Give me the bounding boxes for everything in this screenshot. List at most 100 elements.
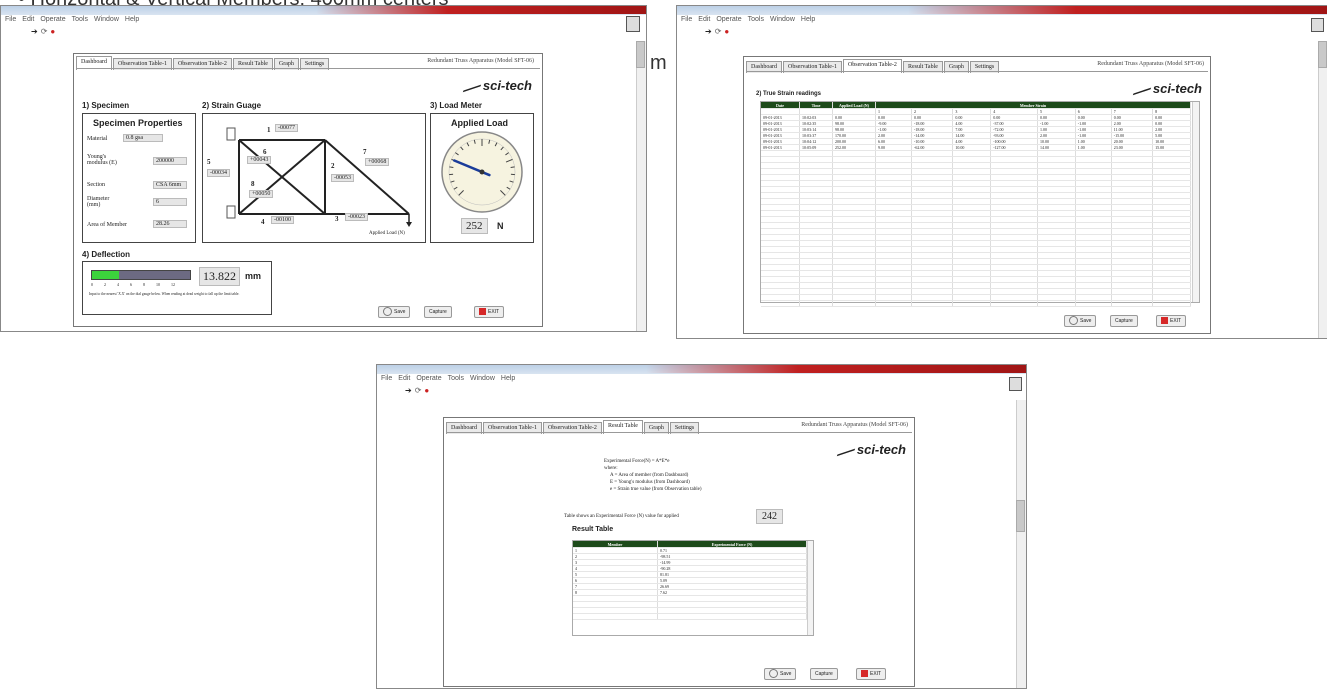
toolbar: ➔⟳●	[705, 27, 732, 39]
scrollbar[interactable]	[1318, 41, 1327, 338]
menu-tools[interactable]: Tools	[448, 375, 464, 382]
menu-tools[interactable]: Tools	[72, 16, 88, 23]
formula-line-2: where:	[604, 465, 702, 472]
truss-diagram	[203, 114, 425, 242]
save-icon	[1069, 316, 1078, 325]
menu-operate[interactable]: Operate	[40, 16, 65, 23]
run-arrow-icon[interactable]: ➔	[31, 27, 38, 36]
save-button[interactable]: Save	[1064, 315, 1096, 327]
toolbar: ➔⟳●	[405, 386, 432, 398]
member-6-id: 6	[263, 148, 267, 156]
exit-button[interactable]: EXIT	[856, 668, 886, 680]
menu-bar: File Edit Operate Tools Window Help	[677, 16, 1327, 27]
youngs-modulus-label: Young's modulus (E)	[87, 154, 127, 166]
load-gauge-dial	[440, 130, 524, 214]
empty-row	[761, 301, 1191, 307]
table-scrollbar[interactable]	[1192, 102, 1199, 302]
member-1-id: 1	[267, 126, 271, 134]
member-5-id: 5	[207, 158, 211, 166]
member-4-id: 4	[261, 218, 265, 226]
scrollbar[interactable]	[1016, 400, 1026, 688]
capture-button[interactable]: Capture	[810, 668, 838, 680]
diameter-value[interactable]: 6	[153, 198, 187, 206]
member-5-strain: -00034	[207, 169, 230, 177]
tab-bar: DashboardObservation Table-1Observation …	[746, 59, 1000, 71]
capture-button[interactable]: Capture	[1110, 315, 1138, 327]
run-continuous-icon[interactable]: ⟳	[415, 386, 422, 395]
applied-load-value: 242	[756, 509, 783, 524]
material-value[interactable]: 0.8 gsa	[123, 134, 163, 142]
menu-window[interactable]: Window	[470, 375, 495, 382]
abort-icon[interactable]: ●	[424, 386, 429, 395]
menu-edit[interactable]: Edit	[698, 16, 710, 23]
menu-help[interactable]: Help	[501, 375, 515, 382]
strain-readings-table: Date Time Applied Load (N) Member Strain…	[761, 102, 1191, 307]
empty-row	[573, 614, 807, 620]
diameter-label: Diameter (mm)	[87, 196, 123, 208]
title-bar	[1, 6, 646, 15]
result-table-title: Result Table	[572, 526, 613, 533]
dashboard-panel: DashboardObservation Table-1Observation …	[73, 53, 543, 327]
load-meter-section-title: 3) Load Meter	[430, 101, 482, 110]
menu-file[interactable]: File	[681, 16, 692, 23]
run-continuous-icon[interactable]: ⟳	[41, 27, 48, 36]
menu-file[interactable]: File	[5, 16, 16, 23]
menu-help[interactable]: Help	[801, 16, 815, 23]
area-label: Area of Member	[87, 222, 127, 228]
labview-icon	[1311, 18, 1324, 32]
scrollbar-thumb[interactable]	[636, 41, 645, 68]
area-value[interactable]: 28.26	[153, 220, 187, 228]
load-meter-box: Applied Load 252 N	[430, 113, 534, 243]
save-icon	[769, 669, 778, 678]
app-title: Redundant Truss Apparatus (Model SFT-06)	[801, 422, 908, 428]
strain-box: 1 -00077 6 +00043 5 -00034 8 +00050 7 +0…	[202, 113, 426, 243]
menu-window[interactable]: Window	[770, 16, 795, 23]
abort-icon[interactable]: ●	[724, 27, 729, 36]
exit-button[interactable]: EXIT	[1156, 315, 1186, 327]
result-panel: DashboardObservation Table-1Observation …	[443, 417, 915, 687]
menu-file[interactable]: File	[381, 375, 392, 382]
run-continuous-icon[interactable]: ⟳	[715, 27, 722, 36]
menu-operate[interactable]: Operate	[716, 16, 741, 23]
tab-bar: DashboardObservation Table-1Observation …	[446, 420, 700, 432]
menu-operate[interactable]: Operate	[416, 375, 441, 382]
run-arrow-icon[interactable]: ➔	[405, 386, 412, 395]
deflection-box: 024681012 13.822 mm Input to the nearest…	[82, 261, 272, 315]
member-3-strain: -00023	[345, 213, 368, 221]
run-arrow-icon[interactable]: ➔	[705, 27, 712, 36]
logo-text: sci-tech	[483, 78, 532, 93]
save-button[interactable]: Save	[378, 306, 410, 318]
window-dashboard: File Edit Operate Tools Window Help ➔⟳● Dashb…	[0, 5, 647, 332]
result-table-scrollbar[interactable]	[807, 541, 813, 635]
menu-edit[interactable]: Edit	[22, 16, 34, 23]
title-bar	[677, 6, 1327, 15]
title-bar	[377, 365, 1026, 374]
deflection-scale-ticks: 024681012	[91, 282, 175, 287]
formula-block: Experimental Force(N) = A*E*e where: A =…	[604, 458, 702, 493]
scrollbar[interactable]	[636, 41, 646, 331]
scrollbar-thumb[interactable]	[1016, 500, 1025, 532]
result-table: Member Experimental Force (N) 10.712-98.…	[573, 541, 807, 620]
exit-button[interactable]: EXIT	[474, 306, 504, 318]
scrollbar-thumb[interactable]	[1318, 41, 1327, 68]
capture-button[interactable]: Capture	[424, 306, 452, 318]
menu-window[interactable]: Window	[94, 16, 119, 23]
logo-text: sci-tech	[857, 442, 906, 457]
menu-edit[interactable]: Edit	[398, 375, 410, 382]
exit-icon	[861, 670, 868, 677]
youngs-modulus-value[interactable]: 200000	[153, 157, 187, 165]
menu-tools[interactable]: Tools	[748, 16, 764, 23]
result-table-frame: Member Experimental Force (N) 10.712-98.…	[572, 540, 814, 636]
load-value-display: 252	[461, 218, 488, 234]
sci-tech-logo: sci-tech	[1137, 79, 1202, 96]
member-3-id: 3	[335, 215, 339, 223]
save-button[interactable]: Save	[764, 668, 796, 680]
abort-icon[interactable]: ●	[50, 27, 55, 36]
section-value[interactable]: CSA 6mm	[153, 181, 187, 189]
member-2-id: 2	[331, 162, 335, 170]
menu-bar: File Edit Operate Tools Window Help	[1, 16, 646, 27]
menu-bar: File Edit Operate Tools Window Help	[377, 375, 1026, 386]
menu-help[interactable]: Help	[125, 16, 139, 23]
app-title: Redundant Truss Apparatus (Model SFT-06)	[1097, 61, 1204, 67]
labview-icon	[626, 16, 640, 32]
